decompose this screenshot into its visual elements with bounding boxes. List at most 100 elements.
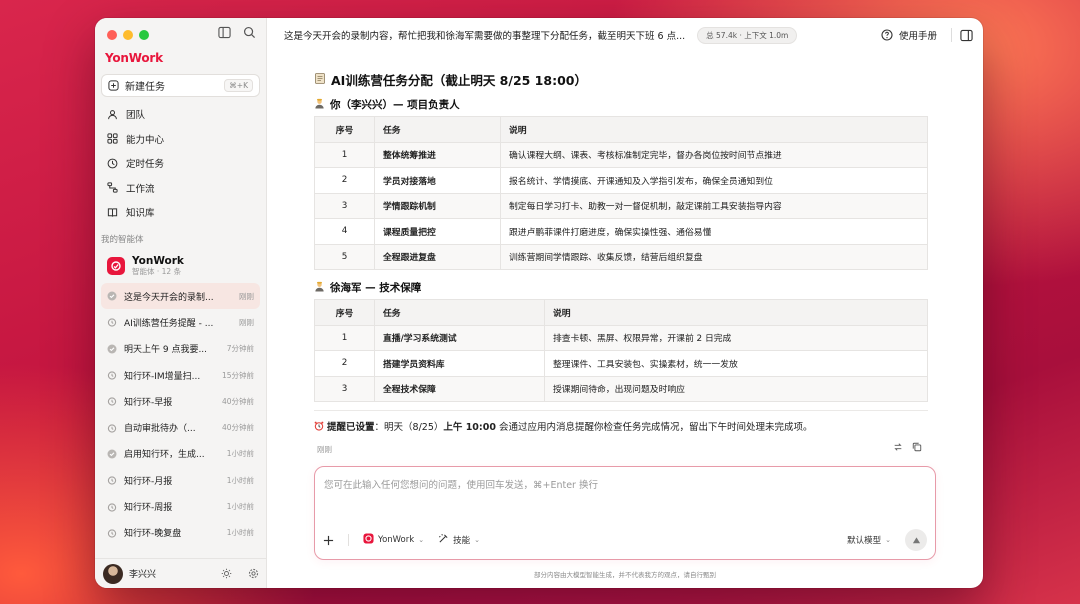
cell-desc: 排查卡顿、黑屏、权限异常，开课前 2 日完成 xyxy=(544,324,928,351)
user-avatar[interactable] xyxy=(103,563,123,584)
model-select-label: 默认模型 xyxy=(847,536,882,546)
history-item-time: 15分钟前 xyxy=(221,370,254,380)
minimize-window-button[interactable] xyxy=(123,30,133,40)
alarm-icon xyxy=(107,528,117,538)
send-arrow-icon xyxy=(912,536,920,543)
composer-input[interactable]: 您可在此输入任何您想问的问题，使用回车发送，⌘+Enter 换行 xyxy=(324,477,598,491)
check-circle-icon xyxy=(107,344,117,354)
add-attachment-icon[interactable] xyxy=(323,535,334,546)
cell-desc: 确认课程大纲、课表、考核标准制定完毕，督办各岗位按时间节点推进 xyxy=(500,141,928,168)
topbar: 这是今天开会的录制内容，帮忙把我和徐海军需要做的事整理下分配任务，截至明天下班 … xyxy=(267,18,983,52)
history-item[interactable]: 知行环-晚复盘 1小时前 xyxy=(101,520,260,546)
agent-avatar xyxy=(107,256,125,275)
main-panel: 这是今天开会的录制内容，帮忙把我和徐海军需要做的事整理下分配任务，截至明天下班 … xyxy=(267,18,983,588)
search-icon[interactable] xyxy=(243,26,256,39)
chevron-down-icon: ⌄ xyxy=(885,536,891,544)
sidebar-item-capability[interactable]: 能力中心 xyxy=(101,127,260,152)
history-item[interactable]: 这是今天开会的录制... 刚刚 xyxy=(101,283,260,310)
app-logo: YonWork xyxy=(105,51,163,65)
history-item[interactable]: 知行环-IM增量扫... 15分钟前 xyxy=(101,362,260,388)
history-item[interactable]: 知行环-月报 1小时前 xyxy=(101,467,260,493)
reminder-date: ：明天（8/25） xyxy=(374,422,444,433)
composer-toolbar: YonWork ⌄ 技能 ⌄ 默认模型 ⌄ xyxy=(323,529,927,551)
content-divider xyxy=(314,410,928,411)
sidebar-item-scheduled[interactable]: 定时任务 xyxy=(101,151,260,176)
chevron-down-icon: ⌄ xyxy=(418,536,425,544)
agent-select[interactable]: YonWork ⌄ xyxy=(363,533,424,547)
task-table-1: 序号 任务 说明 1 整体统筹推进 确认课程大纲、课表、考核标准制定完毕，督办各… xyxy=(314,116,928,270)
person-emoji-icon xyxy=(314,98,325,112)
sidebar-item-label: 工作流 xyxy=(126,183,155,195)
sidebar-item-team[interactable]: 团队 xyxy=(101,102,260,127)
share-icon[interactable] xyxy=(893,442,903,452)
alarm-icon xyxy=(107,317,117,328)
send-button[interactable] xyxy=(905,529,927,551)
table-header-row: 序号 任务 说明 xyxy=(314,116,928,143)
cell-no: 1 xyxy=(314,324,375,351)
col-header-desc: 说明 xyxy=(500,116,928,143)
cell-task: 全程跟进复盘 xyxy=(374,243,501,270)
theme-sun-icon[interactable] xyxy=(221,568,232,579)
alarm-icon xyxy=(107,502,117,512)
col-header-no: 序号 xyxy=(314,299,375,326)
copy-icon[interactable] xyxy=(912,442,922,452)
cell-task: 搭建学员资料库 xyxy=(374,350,545,377)
table-header-row: 序号 任务 说明 xyxy=(314,299,928,326)
cell-task: 全程技术保障 xyxy=(374,375,545,402)
history-item[interactable]: 明天上午 9 点我要... 7分钟前 xyxy=(101,336,260,362)
col-header-task: 任务 xyxy=(374,116,501,143)
clipboard-icon xyxy=(314,72,326,87)
history-item[interactable]: 知行环-早报 40分钟前 xyxy=(101,388,260,414)
cell-task: 直播/学习系统测试 xyxy=(374,324,545,351)
history-item[interactable]: 知行环-周报 1小时前 xyxy=(101,493,260,519)
section2-title-text: 徐海军 — 技术保障 xyxy=(330,282,422,294)
history-item-text: 知行环-月报 xyxy=(124,476,173,487)
history-item-text: 知行环-早报 xyxy=(124,397,173,408)
col-header-task: 任务 xyxy=(374,299,545,326)
user-name: 李兴兴 xyxy=(129,570,157,580)
chevron-down-icon: ⌄ xyxy=(474,536,480,544)
sidebar-item-knowledge[interactable]: 知识库 xyxy=(101,200,260,225)
history-item[interactable]: 启用知行环，生成... 1小时前 xyxy=(101,441,260,467)
cell-desc: 报名统计、学情摸底、开课通知及入学指引发布，确保全员通知到位 xyxy=(500,167,928,194)
skills-icon xyxy=(438,533,449,547)
history-item[interactable]: AI训练营任务提醒 - ... 刚刚 xyxy=(101,309,260,335)
skills-select[interactable]: 技能 ⌄ xyxy=(438,533,480,547)
reminder-text: 提醒已设置：明天（8/25）上午 10:00 会通过应用内消息提醒你检查任务完成… xyxy=(314,419,812,433)
zoom-window-button[interactable] xyxy=(139,30,149,40)
skills-label: 技能 xyxy=(453,536,471,546)
table-row: 4 课程质量把控 跟进卢鹏菲课件打磨进度，确保实操性强、通俗易懂 xyxy=(314,218,928,245)
model-select[interactable]: 默认模型 ⌄ xyxy=(847,534,891,546)
agent-subtitle: 智能体 · 12 条 xyxy=(132,267,182,276)
settings-gear-icon[interactable] xyxy=(248,568,259,579)
close-window-button[interactable] xyxy=(107,30,117,40)
history-item-time: 刚刚 xyxy=(239,317,254,327)
new-task-button[interactable]: 新建任务 ⌘+K xyxy=(101,74,260,97)
agent-name: YonWork xyxy=(132,255,184,267)
agent-select-label: YonWork xyxy=(378,535,415,545)
table-row: 2 学员对接落地 报名统计、学情摸底、开课通知及入学指引发布，确保全员通知到位 xyxy=(314,167,928,194)
check-circle-icon xyxy=(107,291,117,301)
section1-title: 你（李兴兴）— 项目负责人 xyxy=(314,97,460,112)
cell-desc: 授课期间待命，出现问题及时响应 xyxy=(544,375,928,402)
sidebar-item-label: 团队 xyxy=(126,110,146,122)
agent-yonwork[interactable]: YonWork 智能体 · 12 条 xyxy=(107,255,184,276)
history-item[interactable]: 自动审批待办（... 40分钟前 xyxy=(101,414,260,440)
sidebar-toggle-icon[interactable] xyxy=(218,26,231,39)
table-row: 5 全程跟进复盘 训练营期间学情跟踪、收集反馈，结营后组织复盘 xyxy=(314,243,928,270)
person-emoji-icon xyxy=(314,281,325,295)
cell-no: 5 xyxy=(314,243,375,270)
right-panel-toggle-icon[interactable] xyxy=(960,29,973,42)
sidebar-item-label: 知识库 xyxy=(126,208,155,220)
table-row: 3 全程技术保障 授课期间待命，出现问题及时响应 xyxy=(314,375,928,402)
table-row: 1 直播/学习系统测试 排查卡顿、黑屏、权限异常，开课前 2 日完成 xyxy=(314,324,928,351)
history-item-time: 1小时前 xyxy=(226,502,254,512)
cell-no: 3 xyxy=(314,375,375,402)
task-table-2: 序号 任务 说明 1 直播/学习系统测试 排查卡顿、黑屏、权限异常，开课前 2 … xyxy=(314,299,928,402)
help-manual-button[interactable]: 使用手册 xyxy=(881,28,937,42)
app-window: YonWork 新建任务 ⌘+K 团队 能力中心 定时任务 工作流 知识库 我的… xyxy=(95,18,983,588)
sidebar-item-workflow[interactable]: 工作流 xyxy=(101,176,260,201)
history-item-text: 自动审批待办（... xyxy=(124,424,196,435)
reminder-time: 上午 10:00 xyxy=(443,422,496,433)
new-task-shortcut: ⌘+K xyxy=(224,79,253,92)
